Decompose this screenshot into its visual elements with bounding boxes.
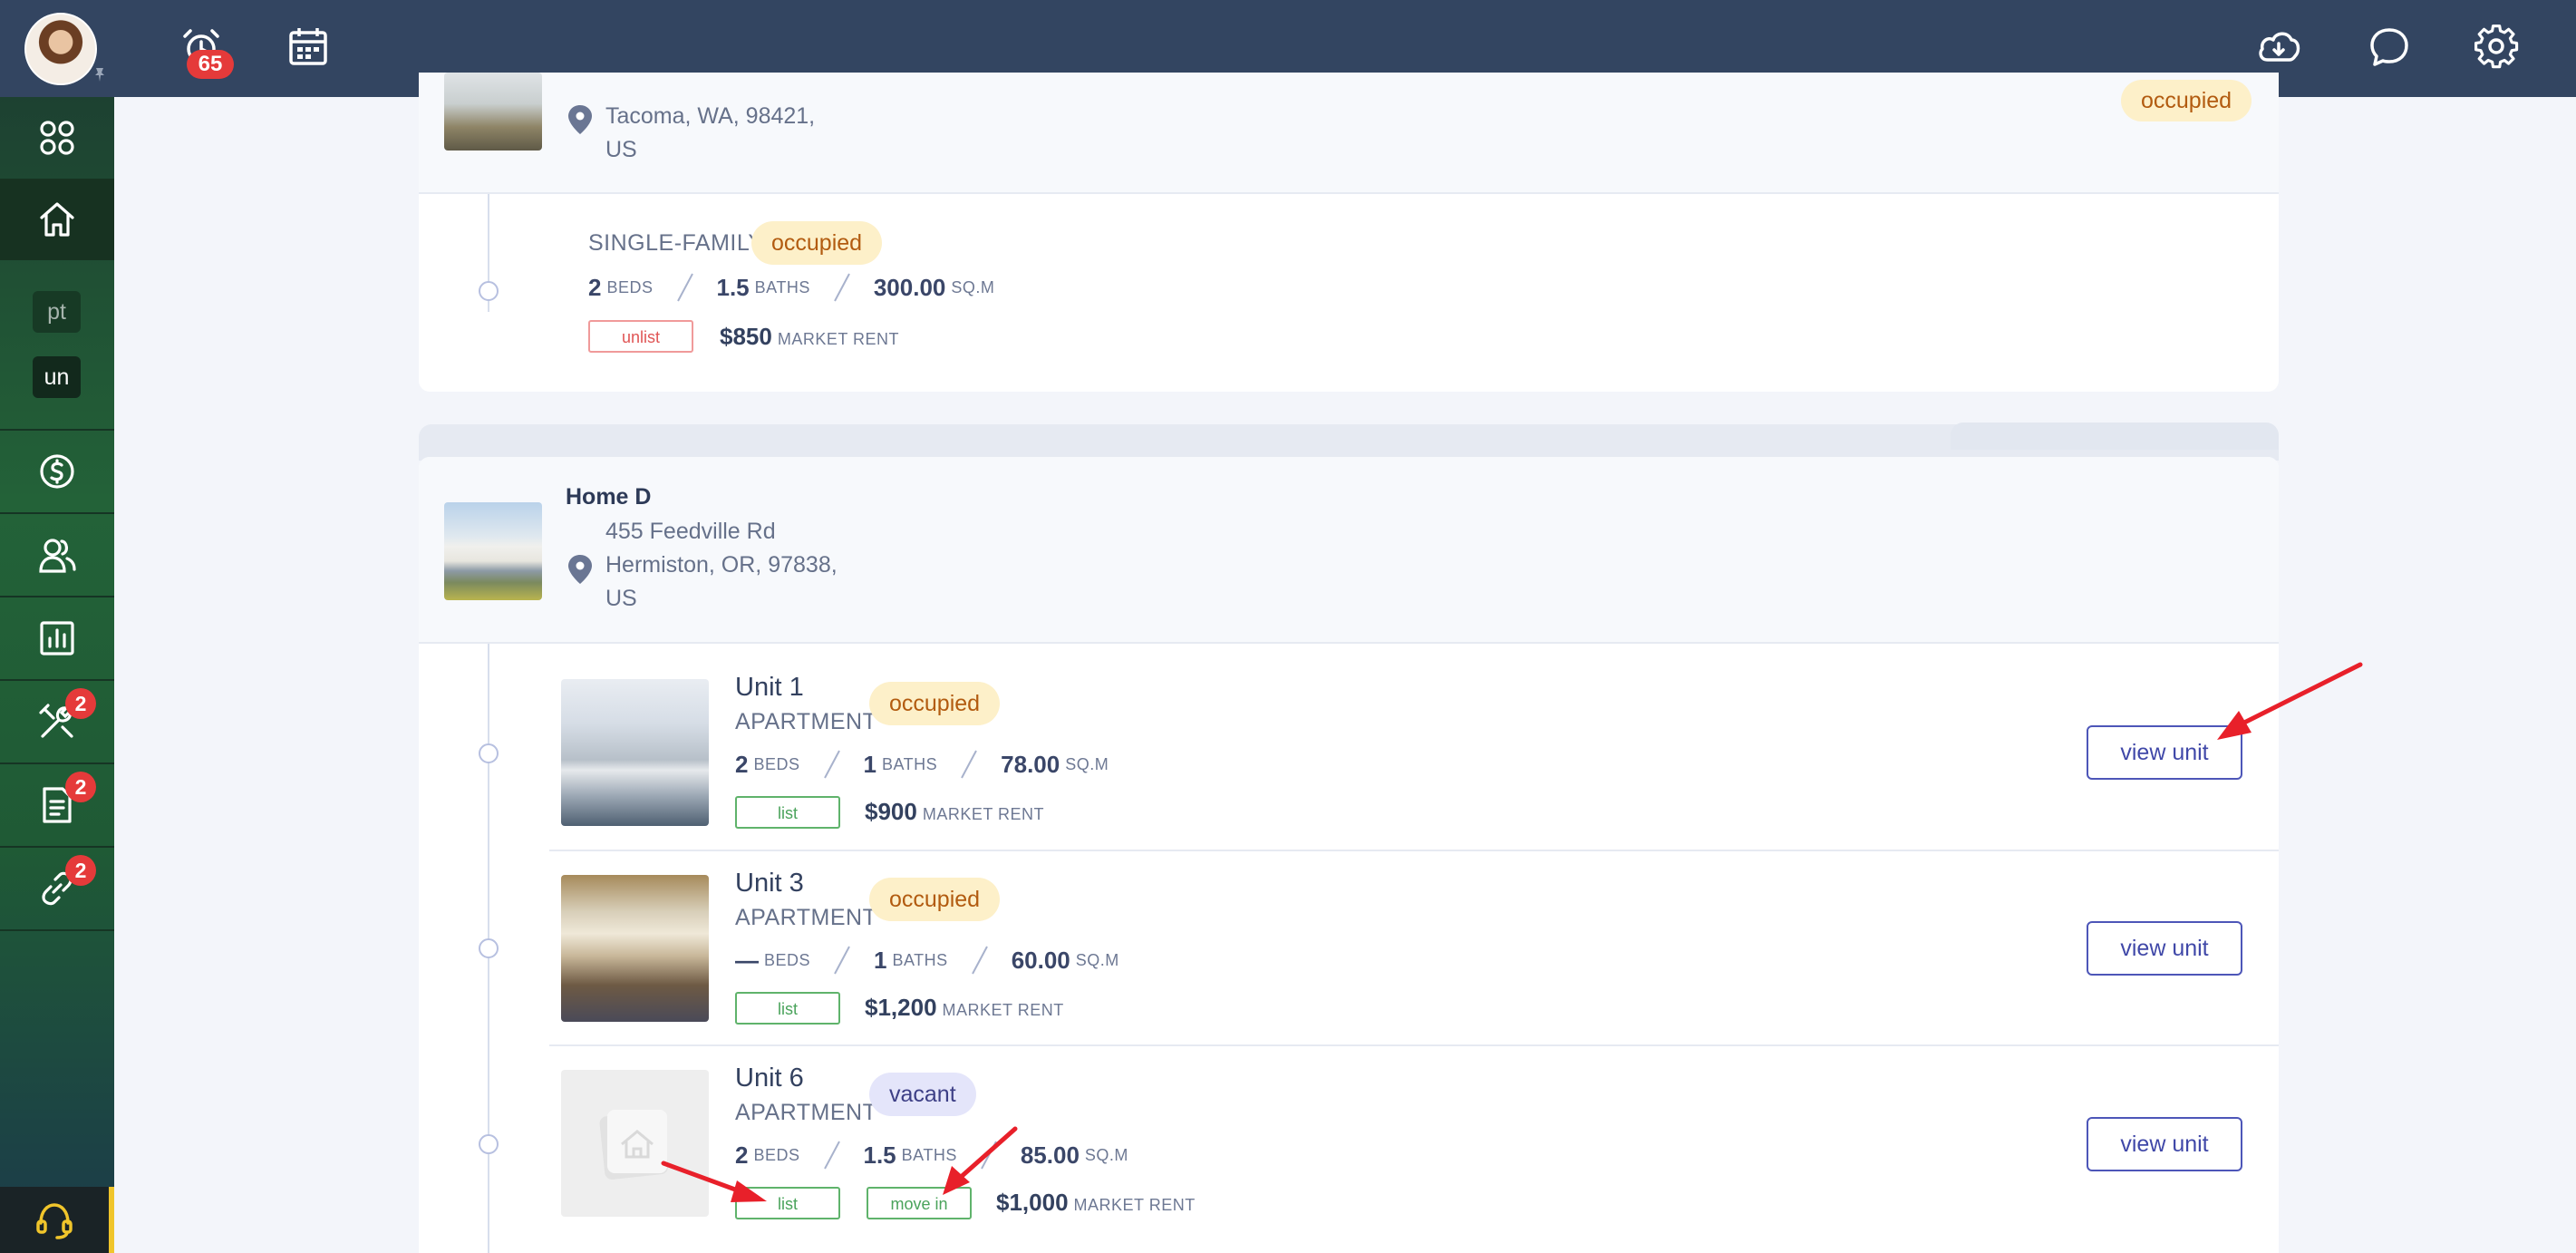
unit-image[interactable]	[561, 875, 709, 1022]
settings-icon[interactable]	[2473, 24, 2520, 71]
property-status-badge: occupied	[2121, 80, 2252, 121]
market-rent: $1,200 MARKET RENT	[865, 994, 1064, 1021]
market-rent: $900 MARKET RENT	[865, 798, 1045, 825]
unit-status-badge: vacant	[869, 1073, 976, 1116]
divider	[549, 850, 2279, 851]
unit-status-badge: occupied	[869, 878, 1001, 921]
chat-icon[interactable]	[2366, 24, 2413, 71]
card-stack-tab	[1951, 423, 2279, 450]
sidebar: pt un 2 2 2	[0, 97, 114, 1253]
unit-name[interactable]: Unit 1	[735, 673, 804, 703]
sidebar-item-connections[interactable]	[0, 848, 114, 929]
maintenance-badge: 2	[65, 688, 96, 719]
location-pin-icon	[568, 105, 592, 134]
view-unit-button[interactable]: view unit	[2087, 921, 2242, 976]
timeline-dot	[479, 743, 499, 763]
baths-label: BATHS	[754, 277, 810, 296]
calendar-icon[interactable]	[285, 24, 332, 71]
view-unit-button[interactable]: view unit	[2087, 725, 2242, 780]
applications-badge: 2	[65, 772, 96, 802]
list-button[interactable]: list	[735, 992, 840, 1025]
property-image[interactable]	[444, 502, 542, 600]
unit-type: APARTMENT	[735, 709, 877, 734]
sidebar-item-properties[interactable]	[0, 179, 114, 260]
users-icon	[39, 539, 76, 573]
sidebar-item-reports[interactable]	[0, 597, 114, 679]
home-icon	[40, 202, 74, 237]
divider	[549, 1044, 2279, 1046]
support-button[interactable]	[0, 1187, 114, 1253]
property-card: Tacoma, WA, 98421, US occupied SINGLE-FA…	[419, 73, 2279, 392]
property-address-line: Hermiston, OR, 97838,	[605, 552, 838, 578]
unit-name[interactable]: Unit 6	[735, 1064, 804, 1093]
cloud-download-icon[interactable]	[2255, 24, 2302, 71]
unit-status-badge: occupied	[751, 221, 883, 265]
unlist-button[interactable]: unlist	[588, 320, 693, 353]
area-label: SQ.M	[951, 277, 995, 296]
property-card-home-d: Home D 455 Feedville Rd Hermiston, OR, 9…	[419, 457, 2279, 1253]
property-address-line: US	[605, 137, 637, 162]
view-unit-button[interactable]: view unit	[2087, 1117, 2242, 1171]
unit-specs: 2 BEDS 1 BATHS 78.00 SQ.M	[735, 750, 1109, 779]
sidebar-item-payments[interactable]	[0, 431, 114, 512]
market-rent: $850 MARKET RENT	[720, 323, 900, 350]
connections-badge: 2	[65, 855, 96, 886]
area-value: 300.00	[873, 273, 946, 301]
list-button[interactable]: list	[735, 796, 840, 829]
timeline-dot	[479, 1134, 499, 1154]
home-placeholder-icon	[599, 1110, 668, 1180]
dollar-icon	[40, 454, 74, 489]
beds-value: 2	[588, 273, 602, 301]
timeline-dot	[479, 281, 499, 301]
sidebar-item-maintenance[interactable]	[0, 681, 114, 762]
list-button[interactable]: list	[735, 1187, 840, 1219]
sidebar-item-applications[interactable]	[0, 764, 114, 846]
sidebar-chip-pt[interactable]: pt	[33, 291, 81, 333]
unit-type: APARTMENT	[735, 1100, 877, 1125]
avatar[interactable]	[24, 13, 97, 85]
chart-icon	[40, 621, 74, 656]
headset-icon	[36, 1202, 73, 1239]
unit-name[interactable]: Unit 3	[735, 869, 804, 898]
unit-specs: — BEDS 1 BATHS 60.00 SQ.M	[735, 946, 1119, 975]
grid-icon	[40, 121, 74, 155]
sidebar-divider	[0, 929, 114, 931]
property-address-line: Tacoma, WA, 98421,	[605, 103, 816, 129]
divider	[419, 642, 2279, 644]
property-address-line: US	[605, 586, 637, 611]
unit-specs: 2 BEDS 1.5 BATHS 85.00 SQ.M	[735, 1141, 1128, 1170]
property-image[interactable]	[444, 73, 542, 151]
divider	[419, 192, 2279, 194]
pin-icon	[95, 68, 104, 82]
unit-status-badge: occupied	[869, 682, 1001, 725]
timeline-dot	[479, 938, 499, 958]
baths-value: 1.5	[716, 273, 750, 301]
notification-badge: 65	[187, 50, 234, 79]
unit-type: SINGLE-FAMILY	[588, 230, 764, 256]
property-address-line: 455 Feedville Rd	[605, 519, 776, 544]
unit-type: APARTMENT	[735, 905, 877, 930]
unit-image[interactable]	[561, 679, 709, 826]
property-name[interactable]: Home D	[566, 484, 651, 510]
sidebar-item-people[interactable]	[0, 514, 114, 596]
unit-image-placeholder[interactable]	[561, 1070, 709, 1217]
unit-specs: 2 BEDS 1.5 BATHS 300.00 SQ.M	[588, 272, 994, 303]
sidebar-item-dashboard[interactable]	[0, 97, 114, 179]
beds-label: BEDS	[606, 277, 654, 296]
location-pin-icon	[568, 555, 592, 584]
sidebar-chip-un[interactable]: un	[33, 356, 81, 398]
market-rent: $1,000 MARKET RENT	[996, 1189, 1196, 1216]
move-in-button[interactable]: move in	[867, 1187, 972, 1219]
